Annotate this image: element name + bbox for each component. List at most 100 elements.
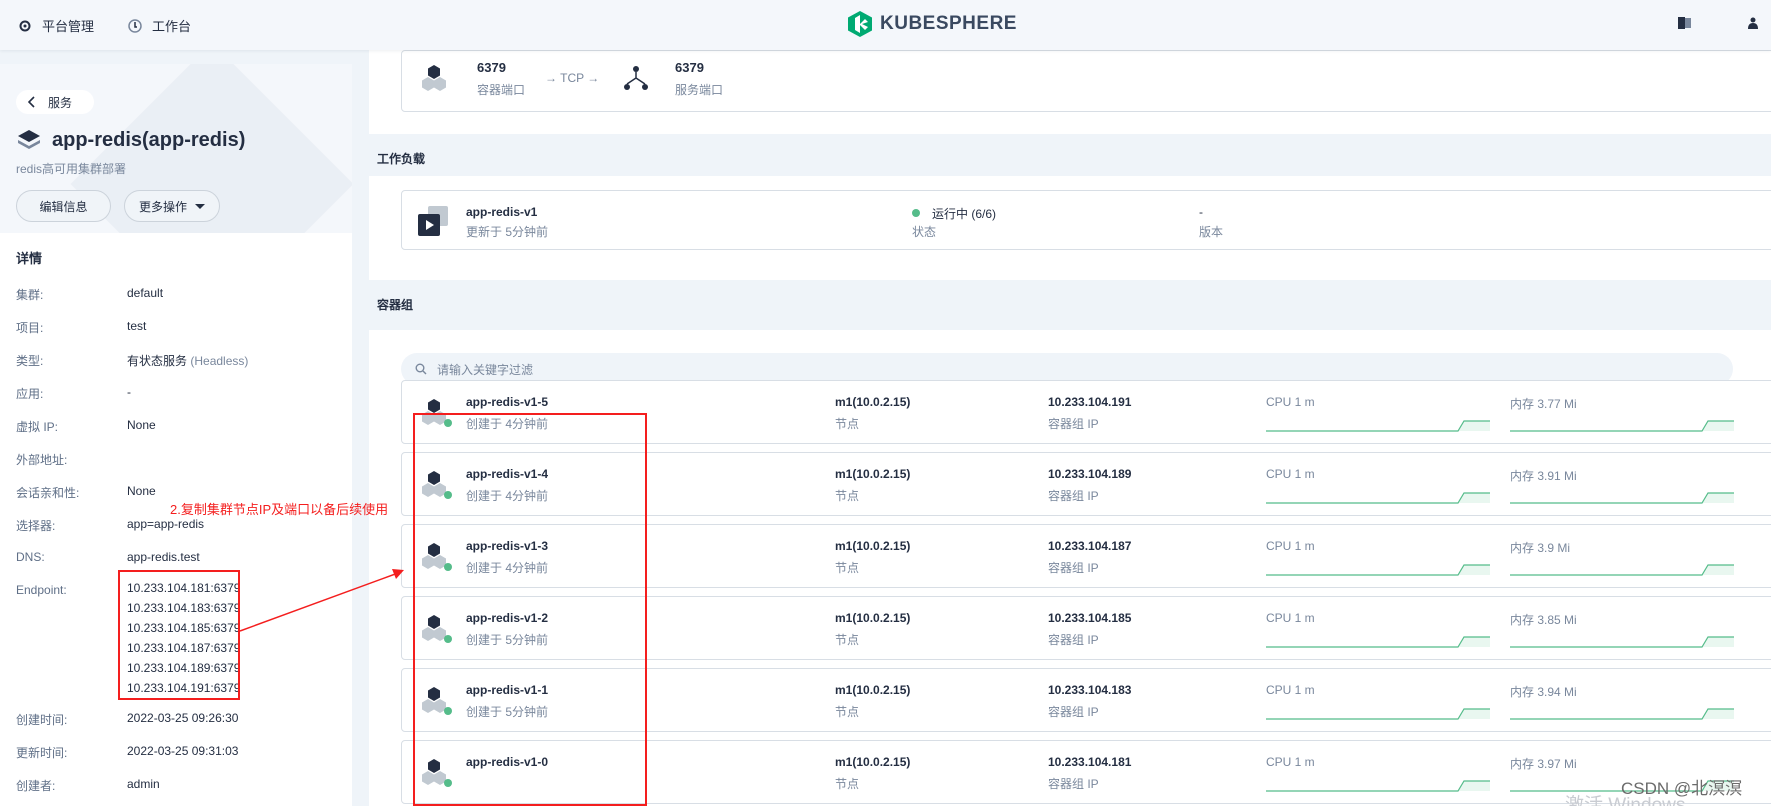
workload-status-label: 状态 <box>912 225 937 239</box>
service-description: redis高可用集群部署 <box>16 162 127 176</box>
memory-sparkline <box>1510 707 1734 724</box>
detail-row-selector: 选择器: app=app-redis <box>16 517 204 534</box>
detail-value: 2022-03-25 09:31:03 <box>127 744 239 758</box>
workload-item[interactable]: app-redis-v1 更新于 5分钟前 运行中 (6/6) 状态 - 版本 <box>401 190 1771 250</box>
service-port-label: 服务端口 <box>675 83 724 97</box>
pod-memory: 内存 3.97 Mi <box>1510 757 1577 771</box>
detail-value: None <box>127 484 156 498</box>
pod-node-label: 节点 <box>835 705 860 719</box>
service-port-icon <box>624 65 648 94</box>
pod-node: m1(10.0.2.15) <box>835 539 911 553</box>
service-port-value: 6379 <box>675 60 704 75</box>
service-icon <box>18 130 40 153</box>
search-icon <box>415 363 427 375</box>
detail-row-cluster: 集群: default <box>16 286 163 303</box>
container-port-value: 6379 <box>477 60 506 75</box>
pod-names-highlight-box <box>413 413 647 806</box>
workload-section-title: 工作负载 <box>377 152 426 166</box>
pod-memory: 内存 3.91 Mi <box>1510 469 1577 483</box>
detail-row-session-affinity: 会话亲和性: None <box>16 484 156 501</box>
pod-node: m1(10.0.2.15) <box>835 683 911 697</box>
caret-down-icon <box>195 203 205 209</box>
docs-icon[interactable] <box>1678 17 1692 32</box>
pod-node: m1(10.0.2.15) <box>835 395 911 409</box>
pod-name[interactable]: app-redis-v1-5 <box>466 395 548 409</box>
detail-row-project: 项目: test <box>16 319 146 336</box>
detail-row-endpoint: Endpoint: <box>16 583 127 597</box>
memory-sparkline <box>1510 491 1734 508</box>
user-icon[interactable] <box>1748 17 1758 32</box>
edit-info-button[interactable]: 编辑信息 <box>16 190 111 222</box>
pod-node-label: 节点 <box>835 777 860 791</box>
ports-card: 6379 容器端口 → TCP → 6379 服务端口 <box>369 50 1771 134</box>
details-title: 详情 <box>16 251 43 266</box>
pod-cpu: CPU 1 m <box>1266 611 1315 625</box>
workload-updated: 更新于 5分钟前 <box>466 225 549 239</box>
brand-text: KUBESPHERE <box>880 13 1017 34</box>
detail-row-updated: 更新时间: 2022-03-25 09:31:03 <box>16 744 238 761</box>
more-actions-label: 更多操作 <box>138 199 187 214</box>
detail-key: 虚拟 IP: <box>16 420 59 434</box>
gear-icon <box>18 19 32 33</box>
pod-cpu: CPU 1 m <box>1266 683 1315 697</box>
cpu-sparkline <box>1266 779 1490 796</box>
detail-key: 项目: <box>16 321 44 335</box>
detail-row-creator: 创建者: admin <box>16 777 160 794</box>
protocol-label: → TCP → <box>545 71 600 85</box>
workload-version: - <box>1199 205 1203 219</box>
pod-node-label: 节点 <box>835 633 860 647</box>
type-value: 有状态服务 <box>127 354 188 368</box>
detail-value: app-redis.test <box>127 550 200 564</box>
workbench-icon <box>128 18 142 33</box>
detail-row-virtual-ip: 虚拟 IP: None <box>16 418 156 435</box>
detail-key: 类型: <box>16 354 44 368</box>
detail-value: 2022-03-25 09:26:30 <box>127 711 239 725</box>
detail-value: default <box>127 286 164 300</box>
more-actions-button[interactable]: 更多操作 <box>124 190 220 222</box>
brand-logo[interactable]: KUBESPHERE <box>848 11 1017 37</box>
pod-ip: 10.233.104.189 <box>1048 467 1132 481</box>
workload-status: 运行中 (6/6) <box>932 207 997 221</box>
memory-sparkline <box>1510 563 1734 580</box>
detail-key: 创建时间: <box>16 713 68 727</box>
workbench-nav[interactable]: 工作台 <box>128 16 191 35</box>
platform-nav[interactable]: 平台管理 <box>18 16 94 35</box>
cpu-sparkline <box>1266 563 1490 580</box>
cpu-sparkline <box>1266 419 1490 436</box>
detail-value: test <box>127 319 147 333</box>
pod-ip: 10.233.104.187 <box>1048 539 1132 553</box>
detail-key: 选择器: <box>16 519 56 533</box>
platform-label: 平台管理 <box>42 19 95 34</box>
workbench-label: 工作台 <box>152 19 192 34</box>
cpu-sparkline <box>1266 491 1490 508</box>
service-name: app-redis(app-redis) <box>52 129 246 151</box>
detail-key: 集群: <box>16 288 44 302</box>
pod-node: m1(10.0.2.15) <box>835 755 911 769</box>
detail-row-external-address: 外部地址: <box>16 451 127 468</box>
detail-value: - <box>127 385 131 399</box>
type-extra: (Headless) <box>190 354 249 368</box>
pod-memory: 内存 3.85 Mi <box>1510 613 1577 627</box>
detail-value: admin <box>127 777 160 791</box>
cpu-sparkline <box>1266 707 1490 724</box>
memory-sparkline <box>1510 635 1734 652</box>
detail-value: None <box>127 418 156 432</box>
annotation-text: 2.复制集群节点IP及端口以备后续使用 <box>170 502 389 517</box>
pod-cpu: CPU 1 m <box>1266 395 1315 409</box>
container-port-label: 容器端口 <box>477 83 526 97</box>
endpoint-highlight-box <box>118 570 240 700</box>
pods-section-title: 容器组 <box>377 298 414 312</box>
windows-watermark: 激活 Windows <box>1565 795 1686 806</box>
pod-ip-label: 容器组 IP <box>1048 705 1099 719</box>
pod-ip-label: 容器组 IP <box>1048 633 1099 647</box>
pod-cpu: CPU 1 m <box>1266 467 1315 481</box>
pod-ip-label: 容器组 IP <box>1048 489 1099 503</box>
back-button[interactable]: 服务 <box>16 90 94 114</box>
workload-icon <box>418 206 450 239</box>
cpu-sparkline <box>1266 635 1490 652</box>
detail-value: app=app-redis <box>127 517 205 531</box>
workload-version-label: 版本 <box>1199 225 1224 239</box>
detail-row-type: 类型: 有状态服务 (Headless) <box>16 352 248 369</box>
detail-key: 外部地址: <box>16 453 68 467</box>
detail-row-app: 应用: - <box>16 385 131 402</box>
